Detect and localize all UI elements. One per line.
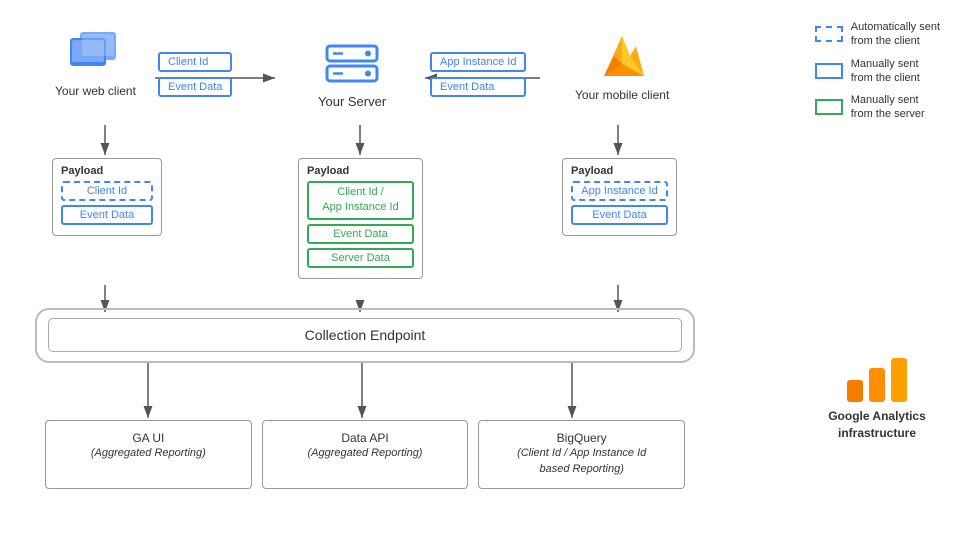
legend-label-manual-server: Manually sentfrom the server (851, 93, 925, 122)
output-data-api-title: Data API (269, 431, 462, 445)
web-client-icon (64, 28, 126, 84)
legend-icon-auto (815, 26, 843, 42)
web-client-label: Your web client (55, 84, 136, 98)
mobile-server-tags: App Instance Id Event Data (430, 52, 526, 97)
payload-mobile-app-instance: App Instance Id (571, 181, 668, 201)
server-block: Your Server (318, 42, 386, 109)
legend-item-manual-client: Manually sentfrom the client (815, 57, 940, 86)
payload-mobile-label: Payload (571, 165, 668, 177)
output-data-api: Data API (Aggregated Reporting) (262, 420, 469, 489)
firebase-icon (594, 28, 650, 88)
payload-web: Payload Client Id Event Data (52, 158, 162, 236)
mobile-client-label: Your mobile client (575, 88, 669, 102)
ga-infrastructure: Google Analyticsinfrastructure (812, 350, 942, 442)
output-data-api-subtitle: (Aggregated Reporting) (308, 447, 423, 459)
app-instance-id-tag: App Instance Id (430, 52, 526, 72)
payload-web-label: Payload (61, 165, 153, 177)
payload-server-client-id: Client Id /App Instance Id (307, 181, 414, 220)
payload-server-label: Payload (307, 165, 414, 177)
output-bigquery: BigQuery (Client Id / App Instance Idbas… (478, 420, 685, 489)
legend: Automatically sentfrom the client Manual… (815, 20, 940, 122)
mobile-client-block: Your mobile client (575, 28, 669, 102)
payload-server: Payload Client Id /App Instance Id Event… (298, 158, 423, 279)
output-ga-ui: GA UI (Aggregated Reporting) (45, 420, 252, 489)
web-client-block: Your web client (55, 28, 136, 98)
diagram-container: Automatically sentfrom the client Manual… (0, 0, 960, 540)
legend-item-manual-server: Manually sentfrom the server (815, 93, 940, 122)
web-event-data-tag: Event Data (158, 77, 232, 97)
collection-endpoint: Collection Endpoint (48, 318, 682, 352)
payload-web-event-data: Event Data (61, 205, 153, 225)
payload-server-event-data: Event Data (307, 224, 414, 244)
server-icon (321, 42, 383, 94)
web-client-tags: Client Id Event Data (158, 52, 232, 97)
output-ga-ui-title: GA UI (52, 431, 245, 445)
legend-label-manual-client: Manually sentfrom the client (851, 57, 920, 86)
web-client-id-tag: Client Id (158, 52, 232, 72)
payload-mobile: Payload App Instance Id Event Data (562, 158, 677, 236)
server-label: Your Server (318, 94, 386, 109)
ga-bar-chart-icon (842, 350, 912, 405)
output-row: GA UI (Aggregated Reporting) Data API (A… (45, 420, 685, 489)
output-ga-ui-subtitle: (Aggregated Reporting) (91, 447, 206, 459)
output-bigquery-subtitle: (Client Id / App Instance Idbased Report… (517, 447, 646, 475)
payload-server-server-data: Server Data (307, 248, 414, 268)
ga-infrastructure-label: Google Analyticsinfrastructure (812, 408, 942, 442)
payload-web-client-id: Client Id (61, 181, 153, 201)
collection-endpoint-label: Collection Endpoint (305, 327, 426, 343)
legend-icon-manual-server (815, 99, 843, 115)
mobile-event-data-tag: Event Data (430, 77, 526, 97)
legend-icon-manual-client (815, 63, 843, 79)
legend-label-auto: Automatically sentfrom the client (851, 20, 940, 49)
legend-item-auto: Automatically sentfrom the client (815, 20, 940, 49)
payload-mobile-event-data: Event Data (571, 205, 668, 225)
output-bigquery-title: BigQuery (485, 431, 678, 445)
